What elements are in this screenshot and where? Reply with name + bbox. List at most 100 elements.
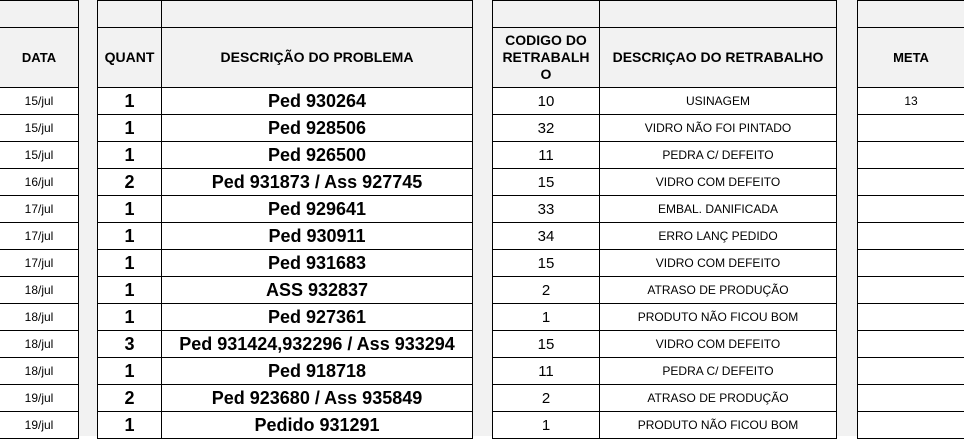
- cell-retrabalho[interactable]: PEDRA C/ DEFEITO: [599, 141, 837, 169]
- cell-retrabalho[interactable]: USINAGEM: [599, 87, 837, 115]
- spreadsheet: DATA 15/jul 15/jul 15/jul 16/jul 17/jul 17/ju…: [0, 0, 964, 439]
- header-descricao-problema[interactable]: DESCRIÇÃO DO PROBLEMA: [161, 27, 473, 88]
- cell-codigo[interactable]: 15: [492, 330, 600, 358]
- cell-data[interactable]: 15/jul: [0, 114, 79, 142]
- header-codigo-retrabalho[interactable]: CODIGO DO RETRABALH O: [492, 27, 600, 88]
- cell-meta[interactable]: [857, 114, 964, 142]
- cell-problema[interactable]: Ped 931683: [161, 249, 473, 277]
- cell-retrabalho[interactable]: ATRASO DE PRODUÇÃO: [599, 276, 837, 304]
- cell-problema[interactable]: Ped 927361: [161, 303, 473, 331]
- cell-meta[interactable]: [857, 276, 964, 304]
- cell-codigo[interactable]: 1: [492, 303, 600, 331]
- cell-meta[interactable]: [857, 141, 964, 169]
- cell-meta[interactable]: [857, 384, 964, 412]
- col-data: DATA 15/jul 15/jul 15/jul 16/jul 17/jul 17/ju…: [0, 0, 79, 439]
- cell-data[interactable]: 18/jul: [0, 303, 79, 331]
- header-data[interactable]: DATA: [0, 27, 79, 88]
- cell-problema[interactable]: Ped 928506: [161, 114, 473, 142]
- cell-problema[interactable]: ASS 932837: [161, 276, 473, 304]
- cell-quant[interactable]: 1: [97, 249, 162, 277]
- cell-codigo[interactable]: 15: [492, 249, 600, 277]
- cell-codigo[interactable]: 1: [492, 411, 600, 439]
- cell-meta[interactable]: [857, 222, 964, 250]
- cell-quant[interactable]: 1: [97, 141, 162, 169]
- cell-meta[interactable]: [857, 411, 964, 439]
- cell-quant[interactable]: 1: [97, 276, 162, 304]
- cell-retrabalho[interactable]: VIDRO COM DEFEITO: [599, 330, 837, 358]
- top-cell[interactable]: [857, 0, 964, 28]
- cell-quant[interactable]: 1: [97, 303, 162, 331]
- col-descricao-problema: DESCRIÇÃO DO PROBLEMA Ped 930264 Ped 9285…: [161, 0, 473, 439]
- cell-quant[interactable]: 2: [97, 168, 162, 196]
- cell-quant[interactable]: 2: [97, 384, 162, 412]
- cell-quant[interactable]: 1: [97, 114, 162, 142]
- cell-problema[interactable]: Ped 931424,932296 / Ass 933294: [161, 330, 473, 358]
- cell-retrabalho[interactable]: PRODUTO NÃO FICOU BOM: [599, 303, 837, 331]
- cell-problema[interactable]: Ped 930911: [161, 222, 473, 250]
- cell-codigo[interactable]: 2: [492, 276, 600, 304]
- cell-problema[interactable]: Ped 923680 / Ass 935849: [161, 384, 473, 412]
- cell-codigo[interactable]: 33: [492, 195, 600, 223]
- cell-data[interactable]: 15/jul: [0, 87, 79, 115]
- cell-problema[interactable]: Ped 930264: [161, 87, 473, 115]
- cell-data[interactable]: 18/jul: [0, 357, 79, 385]
- gap-column: [472, 0, 492, 436]
- cell-data[interactable]: 18/jul: [0, 276, 79, 304]
- gap-column: [836, 0, 857, 436]
- cell-codigo[interactable]: 10: [492, 87, 600, 115]
- col-meta: META 13: [857, 0, 964, 439]
- cell-problema[interactable]: Ped 926500: [161, 141, 473, 169]
- col-descricao-retrabalho: DESCRIÇAO DO RETRABALHO USINAGEM VIDRO NÃ…: [599, 0, 837, 439]
- cell-meta[interactable]: [857, 303, 964, 331]
- cell-data[interactable]: 17/jul: [0, 249, 79, 277]
- cell-data[interactable]: 17/jul: [0, 195, 79, 223]
- cell-codigo[interactable]: 11: [492, 357, 600, 385]
- cell-retrabalho[interactable]: ATRASO DE PRODUÇÃO: [599, 384, 837, 412]
- col-quant: QUANT 1112111113121: [97, 0, 162, 439]
- cell-meta[interactable]: [857, 357, 964, 385]
- header-descricao-retrabalho[interactable]: DESCRIÇAO DO RETRABALHO: [599, 27, 837, 88]
- cell-problema[interactable]: Pedido 931291: [161, 411, 473, 439]
- cell-retrabalho[interactable]: PEDRA C/ DEFEITO: [599, 357, 837, 385]
- cell-meta[interactable]: [857, 330, 964, 358]
- cell-problema[interactable]: Ped 931873 / Ass 927745: [161, 168, 473, 196]
- cell-quant[interactable]: 1: [97, 357, 162, 385]
- header-meta[interactable]: META: [857, 27, 964, 88]
- top-cell[interactable]: [0, 0, 79, 28]
- cell-data[interactable]: 19/jul: [0, 384, 79, 412]
- cell-problema[interactable]: Ped 918718: [161, 357, 473, 385]
- gap-column: [79, 0, 97, 436]
- cell-retrabalho[interactable]: VIDRO COM DEFEITO: [599, 168, 837, 196]
- cell-codigo[interactable]: 2: [492, 384, 600, 412]
- cell-codigo[interactable]: 11: [492, 141, 600, 169]
- cell-quant[interactable]: 3: [97, 330, 162, 358]
- cell-retrabalho[interactable]: ERRO LANÇ PEDIDO: [599, 222, 837, 250]
- top-cell[interactable]: [161, 0, 473, 28]
- cell-codigo[interactable]: 15: [492, 168, 600, 196]
- cell-data[interactable]: 16/jul: [0, 168, 79, 196]
- col-codigo: CODIGO DO RETRABALH O 10 32 11 15 33 34 15 2 1 15…: [492, 0, 600, 439]
- cell-retrabalho[interactable]: PRODUTO NÃO FICOU BOM: [599, 411, 837, 439]
- cell-data[interactable]: 15/jul: [0, 141, 79, 169]
- cell-quant[interactable]: 1: [97, 222, 162, 250]
- cell-quant[interactable]: 1: [97, 411, 162, 439]
- cell-codigo[interactable]: 32: [492, 114, 600, 142]
- cell-meta[interactable]: 13: [857, 87, 964, 115]
- cell-retrabalho[interactable]: EMBAL. DANIFICADA: [599, 195, 837, 223]
- cell-data[interactable]: 18/jul: [0, 330, 79, 358]
- top-cell[interactable]: [599, 0, 837, 28]
- cell-data[interactable]: 19/jul: [0, 411, 79, 439]
- cell-meta[interactable]: [857, 195, 964, 223]
- cell-quant[interactable]: 1: [97, 195, 162, 223]
- top-cell[interactable]: [97, 0, 162, 28]
- cell-meta[interactable]: [857, 249, 964, 277]
- cell-problema[interactable]: Ped 929641: [161, 195, 473, 223]
- header-quant[interactable]: QUANT: [97, 27, 162, 88]
- cell-retrabalho[interactable]: VIDRO NÃO FOI PINTADO: [599, 114, 837, 142]
- cell-data[interactable]: 17/jul: [0, 222, 79, 250]
- cell-retrabalho[interactable]: VIDRO COM DEFEITO: [599, 249, 837, 277]
- cell-codigo[interactable]: 34: [492, 222, 600, 250]
- cell-quant[interactable]: 1: [97, 87, 162, 115]
- cell-meta[interactable]: [857, 168, 964, 196]
- top-cell[interactable]: [492, 0, 600, 28]
